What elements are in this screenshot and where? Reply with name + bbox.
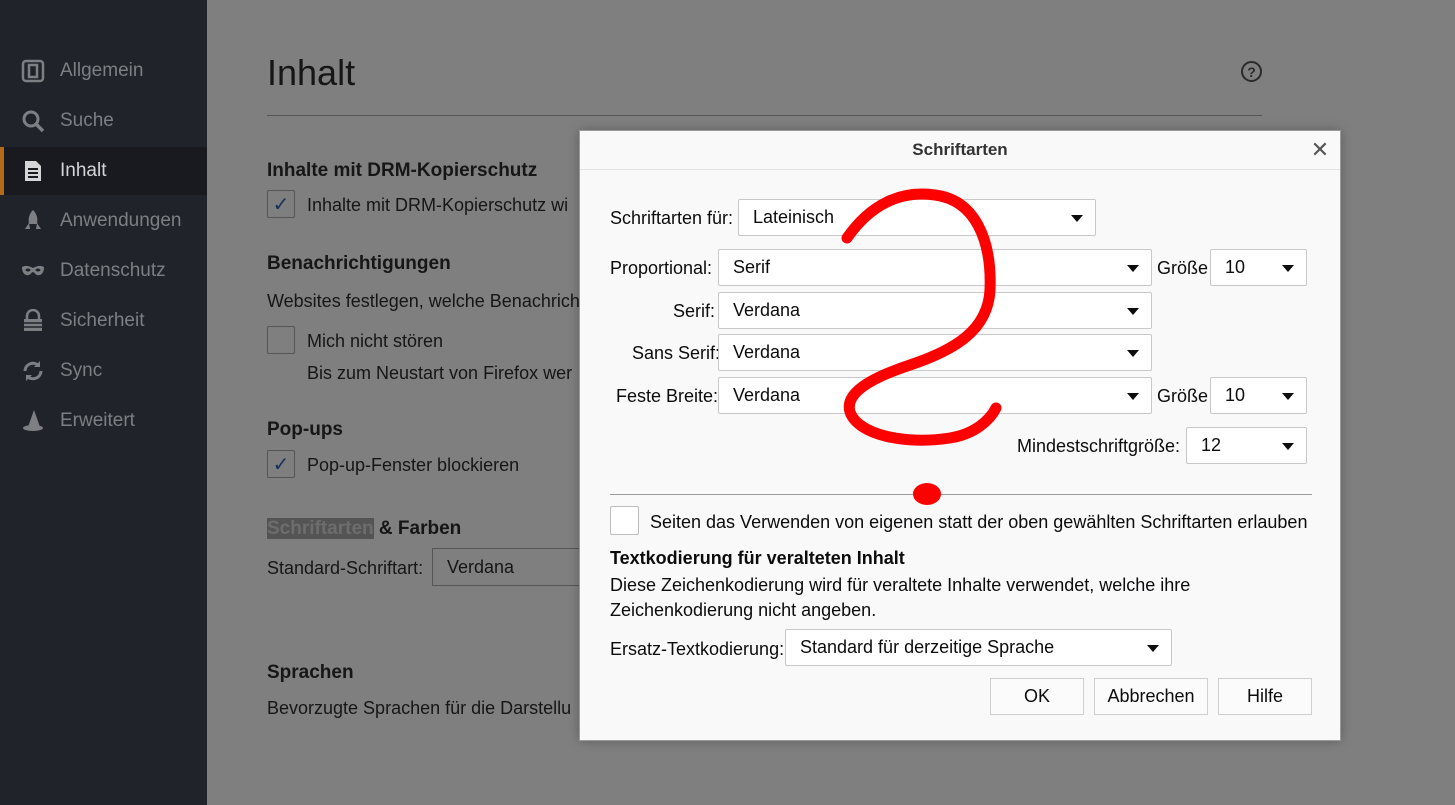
allow-page-fonts-label: Seiten das Verwenden von eigenen statt d… (650, 512, 1308, 532)
sidebar-item-allgemein[interactable]: Allgemein (0, 47, 207, 95)
dialog-body: Schriftarten für: Lateinisch Proportiona… (580, 169, 1340, 740)
sidebar-item-anwendungen[interactable]: Anwendungen (0, 197, 207, 245)
general-icon (20, 58, 46, 84)
fonts-for-select[interactable]: Lateinisch (738, 199, 1096, 236)
checkmark-icon: ✓ (272, 453, 290, 476)
fallback-encoding-label: Ersatz-Textkodierung: (610, 639, 785, 659)
default-font-label: Standard-Schriftart: (267, 558, 424, 578)
chevron-down-icon (1147, 645, 1159, 652)
divider (610, 494, 1312, 495)
encoding-heading: Textkodierung für veralteten Inhalt (610, 548, 905, 568)
languages-text: Bevorzugte Sprachen für die Darstellu (267, 698, 572, 718)
serif-select[interactable]: Verdana (718, 292, 1152, 329)
notifications-heading: Benachrichtigungen (267, 253, 451, 274)
default-font-select[interactable]: Verdana (432, 548, 592, 586)
search-icon (20, 108, 46, 134)
sans-serif-select[interactable]: Verdana (718, 334, 1152, 371)
chevron-down-icon (1127, 265, 1139, 272)
chevron-down-icon (1127, 393, 1139, 400)
monospace-size-select[interactable]: 10 (1210, 377, 1307, 414)
monospace-select[interactable]: Verdana (718, 377, 1152, 414)
encoding-description-line2: Zeichenkodierung nicht angeben. (610, 600, 877, 620)
sidebar-item-label: Sync (60, 360, 103, 381)
sidebar-item-sync[interactable]: Sync (0, 347, 207, 395)
do-not-disturb-label: Mich nicht stören (307, 331, 444, 351)
monospace-size-label: Größe (1157, 386, 1209, 406)
sidebar-item-label: Inhalt (60, 160, 107, 181)
notifications-text: Websites festlegen, welche Benachrich (267, 291, 580, 311)
proportional-size-label: Größe (1157, 258, 1209, 278)
popup-block-checkbox[interactable]: ✓ (267, 450, 295, 478)
chevron-down-icon (1127, 308, 1139, 315)
proportional-select[interactable]: Serif (718, 249, 1152, 286)
sidebar: Allgemein Suche Inhalt Anwendungen Daten… (0, 0, 207, 805)
page-title: Inhalt (267, 52, 356, 93)
drm-checkbox-label: Inhalte mit DRM-Kopierschutz wi (307, 195, 569, 215)
search-highlight: Schriftarten (267, 518, 374, 539)
sidebar-item-label: Allgemein (60, 60, 144, 81)
do-not-disturb-checkbox[interactable] (267, 326, 295, 354)
fallback-encoding-select[interactable]: Standard für derzeitige Sprache (785, 629, 1172, 666)
min-font-size-label: Mindestschriftgröße: (1017, 436, 1181, 456)
languages-heading: Sprachen (267, 662, 354, 683)
popups-heading: Pop-ups (267, 419, 343, 440)
help-button[interactable]: Hilfe (1218, 678, 1312, 715)
security-icon (20, 308, 46, 334)
sans-serif-label: Sans Serif: (632, 343, 721, 363)
divider (267, 115, 1262, 116)
popup-block-label: Pop-up-Fenster blockieren (307, 455, 520, 475)
chevron-down-icon (1282, 265, 1294, 272)
content-document-icon (20, 158, 46, 184)
sidebar-item-erweitert[interactable]: Erweitert (0, 397, 207, 445)
chevron-down-icon (1127, 350, 1139, 357)
serif-label: Serif: (673, 301, 716, 321)
fonts-colors-heading: Schriftarten & Farben (267, 518, 462, 539)
monospace-label: Feste Breite: (616, 386, 719, 406)
encoding-description-line1: Diese Zeichenkodierung wird für veraltet… (610, 575, 1191, 595)
sidebar-item-label: Erweitert (60, 410, 135, 431)
checkmark-icon: ✓ (272, 193, 290, 216)
ok-button[interactable]: OK (990, 678, 1084, 715)
sync-icon (20, 358, 46, 384)
sidebar-item-label: Sicherheit (60, 310, 145, 331)
fonts-for-label: Schriftarten für: (610, 208, 734, 228)
drm-heading: Inhalte mit DRM-Kopierschutz (267, 160, 538, 181)
rocket-icon (20, 208, 46, 234)
help-icon[interactable]: ? (1241, 61, 1262, 82)
dialog-title: Schriftarten (580, 131, 1340, 169)
sidebar-item-label: Suche (60, 110, 114, 131)
sidebar-item-sicherheit[interactable]: Sicherheit (0, 297, 207, 345)
chevron-down-icon (1071, 215, 1083, 222)
wizard-hat-icon (20, 408, 46, 434)
min-font-size-select[interactable]: 12 (1186, 427, 1307, 464)
do-not-disturb-subtext: Bis zum Neustart von Firefox wer (307, 363, 573, 383)
proportional-label: Proportional: (610, 258, 713, 278)
chevron-down-icon (1282, 393, 1294, 400)
cancel-button[interactable]: Abbrechen (1094, 678, 1208, 715)
sidebar-item-label: Anwendungen (60, 210, 182, 231)
sidebar-item-label: Datenschutz (60, 260, 166, 281)
allow-page-fonts-checkbox[interactable] (610, 506, 639, 535)
drm-checkbox[interactable]: ✓ (267, 190, 295, 218)
sidebar-item-suche[interactable]: Suche (0, 97, 207, 145)
mask-icon (20, 258, 46, 284)
fonts-dialog: Schriftarten ✕ Schriftarten für: Lateini… (579, 130, 1341, 741)
chevron-down-icon (1282, 443, 1294, 450)
proportional-size-select[interactable]: 10 (1210, 249, 1307, 286)
sidebar-item-datenschutz[interactable]: Datenschutz (0, 247, 207, 295)
sidebar-item-inhalt[interactable]: Inhalt (0, 147, 207, 195)
close-icon[interactable]: ✕ (1308, 137, 1332, 162)
